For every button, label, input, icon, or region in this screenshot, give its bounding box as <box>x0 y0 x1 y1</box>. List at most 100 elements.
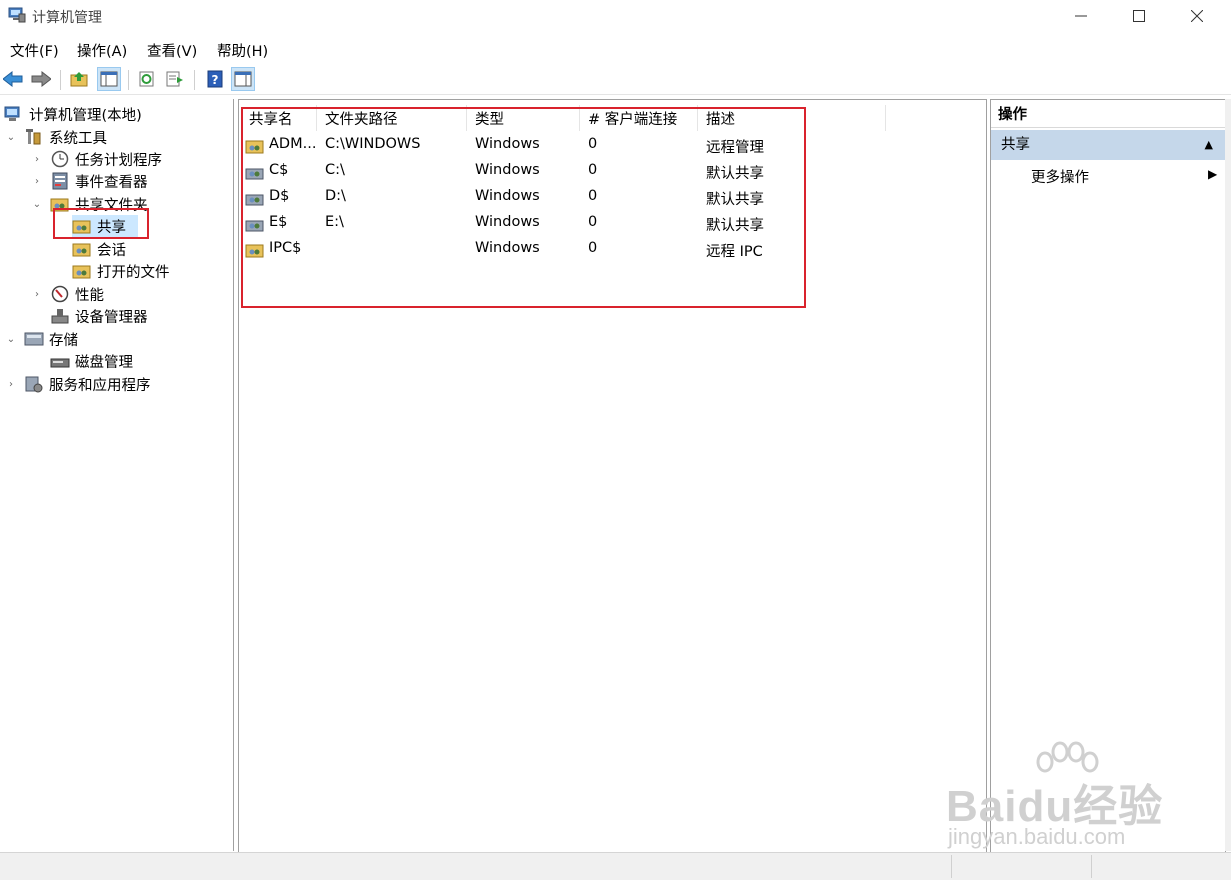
menu-bar: 文件(F) 操作(A) 查看(V) 帮助(H) <box>0 36 1231 62</box>
tree-label: 系统工具 <box>49 130 107 147</box>
back-arrow-icon <box>3 71 23 87</box>
tree-item-open-files[interactable]: 打开的文件 <box>72 260 170 282</box>
refresh-button[interactable] <box>136 68 158 90</box>
tree-label: 事件查看器 <box>75 174 148 191</box>
column-header-description[interactable]: 描述 <box>698 105 886 131</box>
shared-drive-icon <box>245 194 264 206</box>
chevron-right-icon[interactable]: › <box>30 176 44 187</box>
share-name: IPC$ <box>269 240 302 256</box>
window-edge-scroll <box>1225 99 1231 851</box>
tree-item-task-scheduler[interactable]: › 任务计划程序 <box>30 148 162 170</box>
tools-icon <box>24 128 44 146</box>
help-button[interactable]: ? <box>204 68 226 90</box>
toolbar: ? <box>0 64 1231 95</box>
tree-item-shares[interactable]: 共享 <box>72 215 138 237</box>
performance-icon <box>50 285 70 303</box>
tree-item-device-manager[interactable]: 设备管理器 <box>50 305 148 327</box>
minimize-button[interactable] <box>1052 0 1110 32</box>
chevron-down-icon[interactable]: ⌄ <box>4 132 18 143</box>
export-list-button[interactable] <box>164 68 186 90</box>
chevron-down-icon[interactable]: ⌄ <box>4 334 18 345</box>
tree-label: 计算机管理(本地) <box>29 107 142 124</box>
share-type: Windows <box>475 240 540 256</box>
share-name: ADM... <box>269 136 317 152</box>
submenu-arrow-icon[interactable]: ▶ <box>1208 167 1217 181</box>
toolbar-separator <box>194 70 195 90</box>
shared-folder-icon <box>245 244 264 258</box>
shared-folder-icon <box>245 140 264 154</box>
tree-label: 服务和应用程序 <box>49 377 151 394</box>
shared-drive-icon <box>245 220 264 232</box>
collapse-up-icon[interactable]: ▲ <box>1205 130 1213 160</box>
tree-label: 会话 <box>97 242 126 259</box>
menu-action[interactable]: 操作(A) <box>77 40 127 61</box>
table-row[interactable]: D$ D:\ Windows 0 默认共享 <box>243 185 983 211</box>
tree-label: 共享文件夹 <box>75 197 148 214</box>
minimize-icon <box>1075 15 1087 17</box>
column-header-type[interactable]: 类型 <box>467 105 580 131</box>
share-name: D$ <box>269 188 290 204</box>
chevron-down-icon[interactable]: ⌄ <box>30 199 44 210</box>
tree-item-services-apps[interactable]: › 服务和应用程序 <box>4 373 151 395</box>
tree-item-root[interactable]: 计算机管理(本地) <box>4 103 142 125</box>
actions-section-label: 共享 <box>1001 137 1030 153</box>
toolbar-separator <box>128 70 129 90</box>
tree-item-shared-folders[interactable]: ⌄ 共享文件夹 <box>30 193 148 215</box>
menu-file[interactable]: 文件(F) <box>10 40 59 61</box>
column-header-folder-path[interactable]: 文件夹路径 <box>317 105 467 131</box>
chevron-right-icon[interactable]: › <box>30 154 44 165</box>
table-row[interactable]: IPC$ Windows 0 远程 IPC <box>243 237 983 263</box>
action-pane-icon <box>234 71 252 87</box>
table-row[interactable]: E$ E:\ Windows 0 默认共享 <box>243 211 983 237</box>
menu-help[interactable]: 帮助(H) <box>217 40 268 61</box>
close-icon <box>1191 10 1203 22</box>
computer-management-icon <box>8 7 26 23</box>
tree-item-event-viewer[interactable]: › 事件查看器 <box>30 170 148 192</box>
tree-label: 打开的文件 <box>97 264 170 281</box>
more-actions-item[interactable]: 更多操作 <box>1031 166 1089 187</box>
shared-folder-icon <box>72 240 92 258</box>
up-folder-button[interactable] <box>68 68 90 90</box>
chevron-right-icon[interactable]: › <box>30 289 44 300</box>
menu-view[interactable]: 查看(V) <box>147 40 197 61</box>
tree-item-disk-management[interactable]: 磁盘管理 <box>50 350 133 372</box>
column-header-share-name[interactable]: 共享名 <box>241 105 317 131</box>
storage-icon <box>24 330 44 348</box>
table-row[interactable]: C$ C:\ Windows 0 默认共享 <box>243 159 983 185</box>
share-path: C:\ <box>325 162 345 178</box>
chevron-right-icon[interactable]: › <box>4 379 18 390</box>
show-hide-tree-button[interactable] <box>97 67 121 91</box>
share-path: D:\ <box>325 188 346 204</box>
tree-label: 设备管理器 <box>75 309 148 326</box>
tree-item-storage[interactable]: ⌄ 存储 <box>4 328 78 350</box>
show-hide-action-pane-button[interactable] <box>231 67 255 91</box>
actions-section-shares[interactable]: 共享 ▲ <box>991 130 1225 160</box>
share-path: C:\WINDOWS <box>325 136 421 152</box>
tree-item-performance[interactable]: › 性能 <box>30 283 104 305</box>
tree-label: 存储 <box>49 332 78 349</box>
actions-title: 操作 <box>991 100 1225 128</box>
tree-label: 磁盘管理 <box>75 354 133 371</box>
share-clients: 0 <box>588 162 598 178</box>
toolbar-separator <box>60 70 61 90</box>
shared-folder-icon <box>72 262 92 280</box>
forward-button[interactable] <box>30 68 52 90</box>
tree-label: 性能 <box>75 287 104 304</box>
tree-item-system-tools[interactable]: ⌄ 系统工具 <box>4 126 107 148</box>
share-type: Windows <box>475 188 540 204</box>
tree-item-sessions[interactable]: 会话 <box>72 238 126 260</box>
share-type: Windows <box>475 214 540 230</box>
share-type: Windows <box>475 162 540 178</box>
title-bar: 计算机管理 <box>0 0 1231 34</box>
share-path: E:\ <box>325 214 344 230</box>
watermark-url: jingyan.baidu.com <box>948 824 1126 849</box>
share-clients: 0 <box>588 240 598 256</box>
back-button[interactable] <box>2 68 24 90</box>
table-row[interactable]: ADM... C:\WINDOWS Windows 0 远程管理 <box>243 133 983 159</box>
column-header-client-connections[interactable]: # 客户端连接 <box>580 105 698 131</box>
close-button[interactable] <box>1168 0 1226 32</box>
maximize-button[interactable] <box>1110 0 1168 32</box>
shared-folder-icon <box>72 217 92 235</box>
refresh-icon <box>139 71 154 87</box>
share-clients: 0 <box>588 188 598 204</box>
